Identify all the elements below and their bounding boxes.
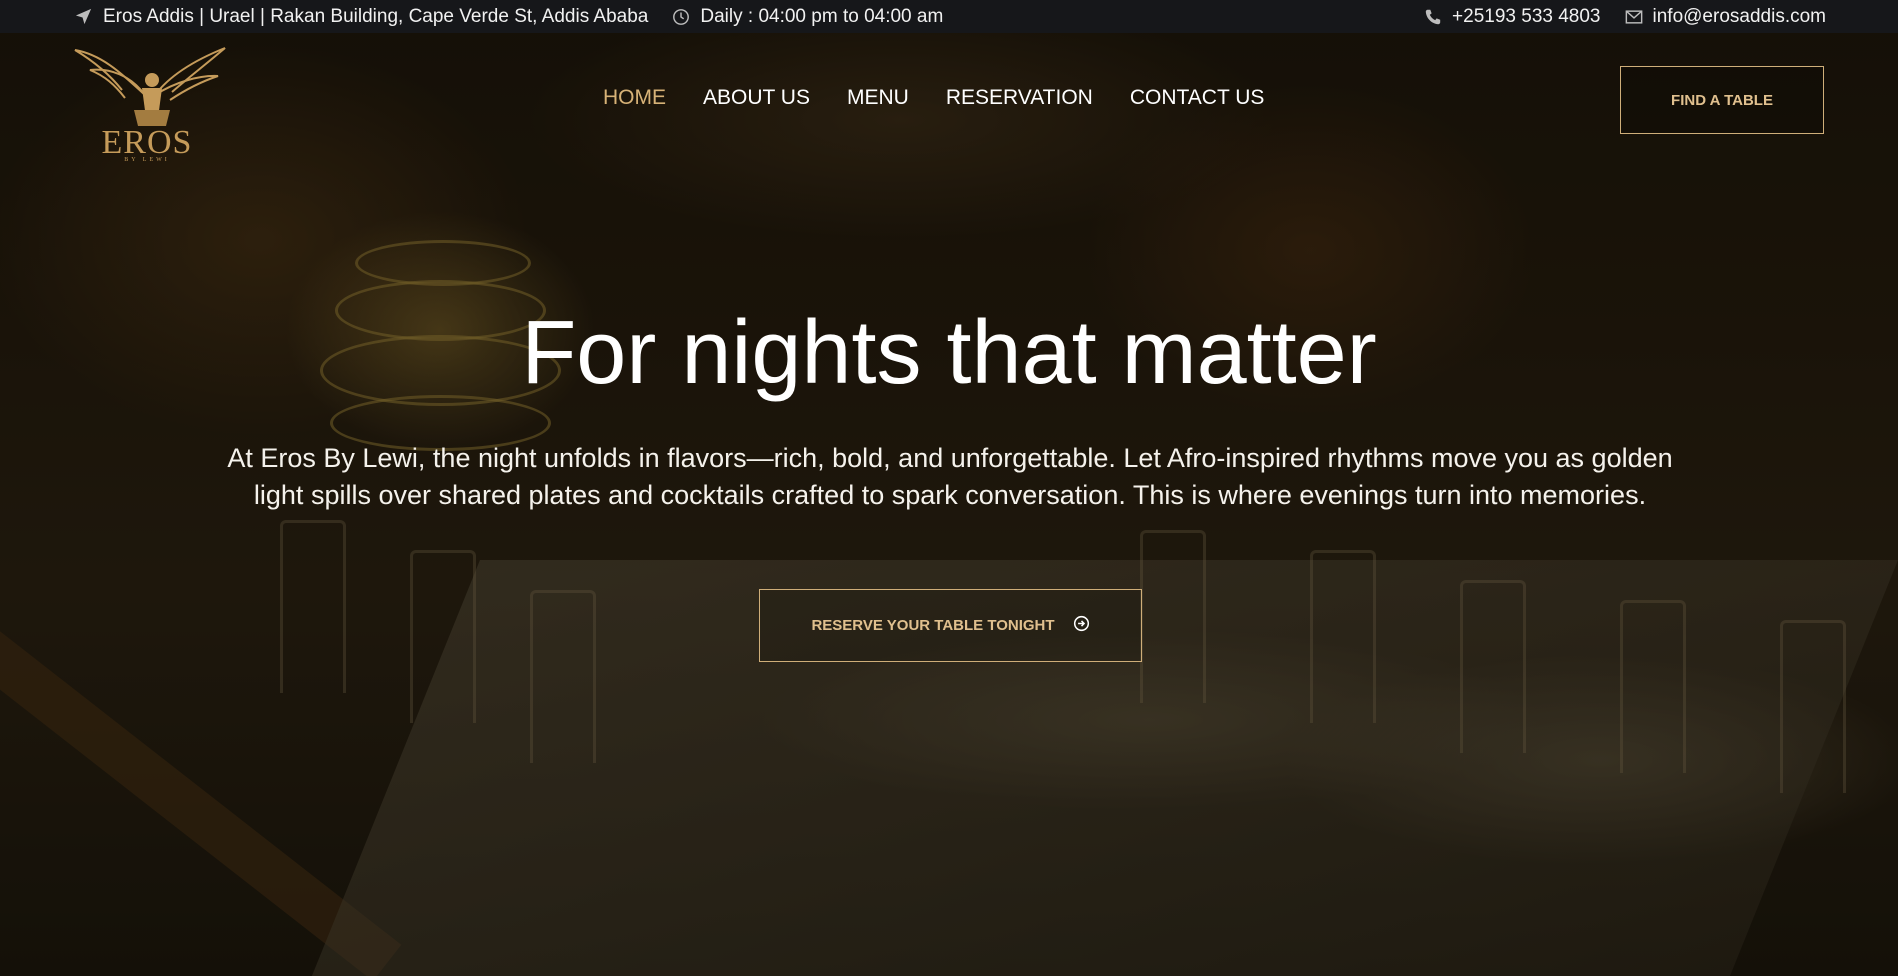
brand-wordmark: EROS	[101, 124, 193, 161]
nav-item-about-us[interactable]: ABOUT US	[703, 86, 810, 110]
phone-icon	[1424, 8, 1442, 26]
find-a-table-button[interactable]: FIND A TABLE	[1620, 66, 1824, 134]
topbar-right: +25193 533 4803 info@erosaddis.com	[1424, 0, 1826, 33]
address-text: Eros Addis | Urael | Rakan Building, Cap…	[103, 5, 649, 27]
winged-figure-emblem-icon	[74, 47, 226, 126]
nav-item-menu[interactable]: MENU	[847, 86, 909, 110]
opening-hours-text: Daily : 04:00 pm to 04:00 am	[700, 5, 944, 27]
location-arrow-icon	[74, 7, 93, 26]
nav-item-contact-us[interactable]: CONTACT US	[1130, 86, 1265, 110]
hero-title: For nights that matter	[521, 303, 1377, 403]
brand-tagline: BY LEWI	[124, 157, 170, 163]
nav-item-home[interactable]: HOME	[603, 86, 666, 110]
top-info-bar: Eros Addis | Urael | Rakan Building, Cap…	[0, 0, 1898, 33]
clock-icon	[672, 8, 690, 26]
reserve-table-button[interactable]: RESERVE YOUR TABLE TONIGHT	[759, 589, 1142, 662]
phone-link[interactable]: +25193 533 4803	[1452, 6, 1600, 28]
topbar-left: Eros Addis | Urael | Rakan Building, Cap…	[74, 0, 943, 33]
hero-description: At Eros By Lewi, the night unfolds in fl…	[227, 443, 1673, 510]
reserve-button-label: RESERVE YOUR TABLE TONIGHT	[811, 617, 1055, 634]
envelope-icon	[1625, 9, 1643, 25]
nav-item-reservation[interactable]: RESERVATION	[946, 86, 1093, 110]
email-link[interactable]: info@erosaddis.com	[1653, 6, 1826, 28]
arrow-circle-right-icon	[1073, 615, 1090, 636]
page: Eros Addis | Urael | Rakan Building, Cap…	[0, 0, 1898, 976]
main-navigation: HOME ABOUT US MENU RESERVATION CONTACT U…	[603, 86, 1264, 110]
brand-logo[interactable]: EROS BY LEWI	[72, 40, 232, 165]
